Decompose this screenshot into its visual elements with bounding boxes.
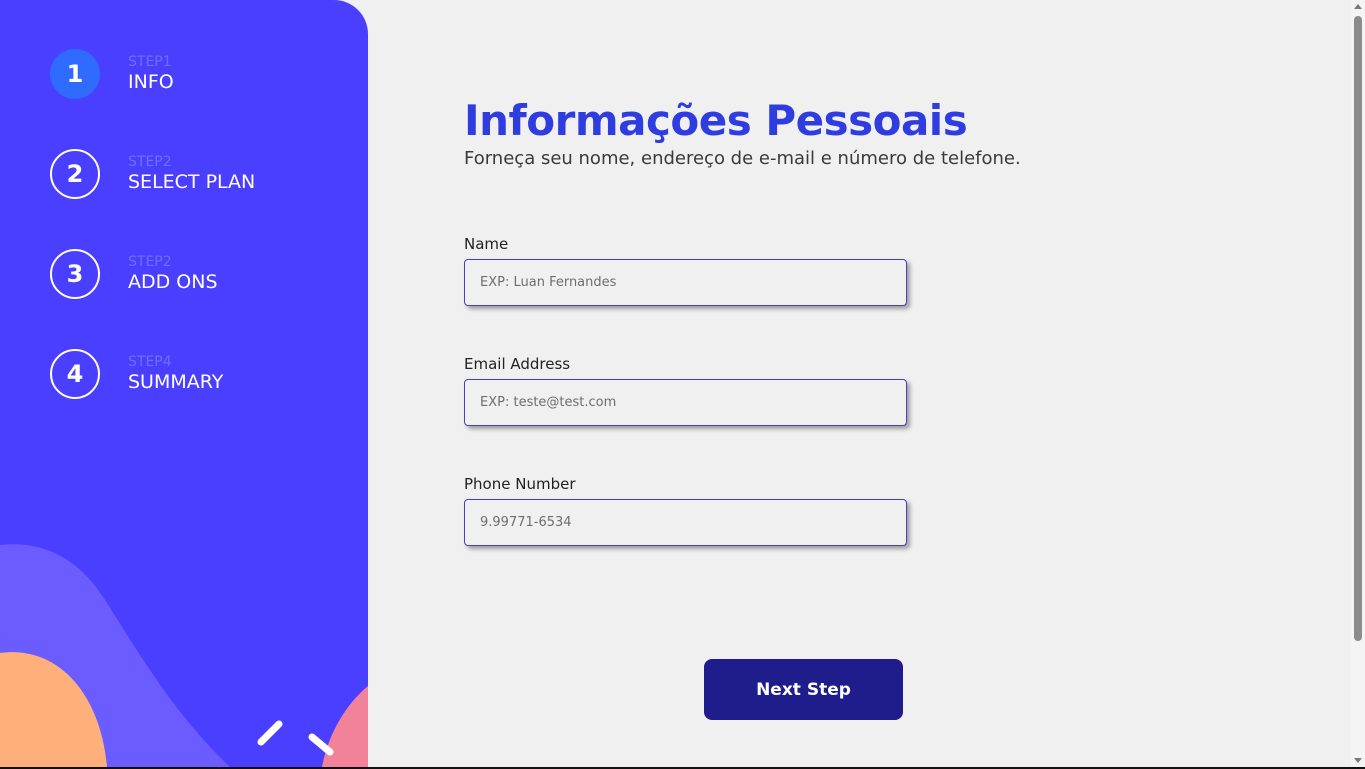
- name-label: Name: [464, 235, 509, 253]
- step-number-badge: 4: [50, 349, 100, 399]
- name-input[interactable]: [464, 259, 907, 306]
- step-label: INFO: [128, 71, 174, 93]
- step-caption: STEP4: [128, 354, 172, 370]
- step-select-plan[interactable]: 2 STEP2 SELECT PLAN: [50, 149, 255, 199]
- form-panel: Informações Pessoais Forneça seu nome, e…: [368, 0, 1351, 767]
- page-title: Informações Pessoais: [464, 96, 968, 145]
- email-field-group: Email Address: [464, 355, 907, 426]
- phone-field-group: Phone Number: [464, 475, 907, 546]
- step-number-badge: 3: [50, 249, 100, 299]
- name-field-group: Name: [464, 235, 907, 306]
- step-caption: STEP2: [128, 254, 172, 270]
- scroll-down-arrow-icon[interactable]: [1354, 758, 1362, 763]
- app-window: 1 STEP1 INFO 2 STEP2 SELECT PLAN 3 STEP2…: [0, 0, 1365, 769]
- step-number-badge: 2: [50, 149, 100, 199]
- scroll-thumb[interactable]: [1354, 16, 1362, 641]
- phone-label: Phone Number: [464, 475, 576, 493]
- scroll-up-arrow-icon[interactable]: [1354, 4, 1362, 9]
- step-label: SELECT PLAN: [128, 171, 256, 193]
- step-number-badge: 1: [50, 49, 100, 99]
- next-step-button[interactable]: Next Step: [704, 659, 903, 720]
- page-subtitle: Forneça seu nome, endereço de e-mail e n…: [464, 148, 1021, 169]
- email-label: Email Address: [464, 355, 571, 373]
- step-add-ons[interactable]: 3 STEP2 ADD ONS: [50, 249, 218, 299]
- vertical-scrollbar[interactable]: [1351, 0, 1365, 767]
- step-caption: STEP2: [128, 154, 172, 170]
- sidebar: 1 STEP1 INFO 2 STEP2 SELECT PLAN 3 STEP2…: [0, 0, 368, 767]
- step-info[interactable]: 1 STEP1 INFO: [50, 49, 174, 99]
- step-label: ADD ONS: [128, 271, 218, 293]
- step-label: SUMMARY: [128, 371, 224, 393]
- step-summary[interactable]: 4 STEP4 SUMMARY: [50, 349, 223, 399]
- phone-input[interactable]: [464, 499, 907, 546]
- step-caption: STEP1: [128, 54, 172, 70]
- email-input[interactable]: [464, 379, 907, 426]
